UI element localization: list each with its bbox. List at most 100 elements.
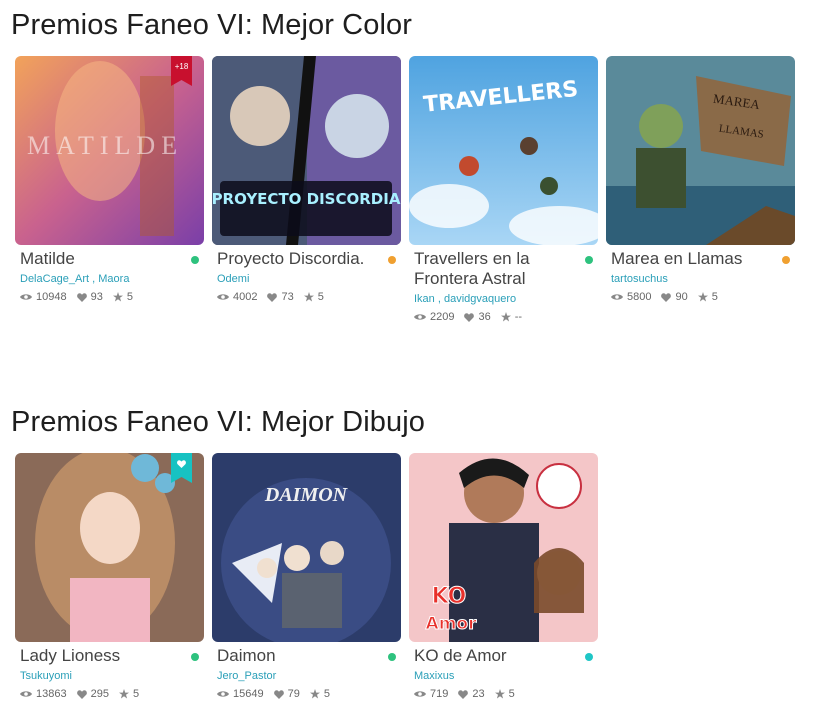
eye-icon [611, 294, 623, 300]
eye-icon [414, 691, 426, 697]
stats-row: 719 23 5 [409, 688, 598, 700]
rating-value: 5 [508, 688, 515, 700]
rating-value: 5 [132, 688, 140, 700]
author-list: Maxixus [409, 669, 598, 683]
eye-icon [217, 294, 229, 300]
status-dot [388, 653, 396, 661]
star-icon [303, 292, 314, 302]
comic-card-lady-lioness[interactable]: Lady Lioness Tsukuyomi 13863 295 5 [15, 453, 204, 700]
status-dot [191, 653, 199, 661]
heart-icon [458, 689, 469, 699]
eye-icon [20, 294, 32, 300]
comic-title[interactable]: Proyecto Discordia. [217, 249, 382, 269]
author-list: Odemi [212, 272, 401, 286]
section-title-mejor-dibujo: Premios Faneo VI: Mejor Dibujo [11, 406, 425, 438]
star-icon [494, 689, 505, 699]
like-count: 90 [675, 291, 688, 303]
view-count: 719 [430, 688, 449, 700]
comic-grid-mejor-color: MATILDE +18 Matilde DelaCage_Art , Maora… [15, 56, 795, 323]
author-link[interactable]: davidgvaquero [444, 293, 516, 305]
author-link[interactable]: Tsukuyomi [20, 670, 72, 682]
rating-value: 5 [126, 291, 133, 303]
like-count: 93 [90, 291, 103, 303]
comic-cover[interactable]: MAREA LLAMAS [606, 56, 795, 245]
eye-icon [217, 691, 229, 697]
stats-row: 4002 73 5 [212, 291, 401, 303]
status-dot [782, 256, 790, 264]
comic-card-matilde[interactable]: MATILDE +18 Matilde DelaCage_Art , Maora… [15, 56, 204, 323]
like-count: 23 [472, 688, 485, 700]
rating-value: 5 [711, 291, 718, 303]
comic-title[interactable]: Marea en Llamas [611, 249, 776, 269]
rating-value: -- [514, 311, 523, 323]
comic-cover[interactable]: TRAVELLERS [409, 56, 598, 245]
comic-title[interactable]: KO de Amor [414, 646, 579, 666]
like-count: 36 [478, 311, 491, 323]
author-link[interactable]: Jero_Pastor [217, 670, 276, 682]
author-list: DelaCage_Art , Maora [20, 273, 130, 285]
comic-grid-mejor-dibujo: Lady Lioness Tsukuyomi 13863 295 5 DAIMO… [15, 453, 598, 700]
favorite-badge [171, 453, 192, 483]
comic-card-marea-en-llamas[interactable]: MAREA LLAMAS Marea en Llamas tartosuchus… [606, 56, 795, 323]
stats-row: 5800 90 5 [606, 291, 795, 303]
view-count: 5800 [627, 291, 652, 303]
author-list: tartosuchus [606, 272, 795, 286]
comic-cover[interactable]: PROYECTO DISCORDIA [212, 56, 401, 245]
author-link[interactable]: Maxixus [414, 670, 454, 682]
stats-row: 13863 295 5 [15, 688, 204, 700]
section-title-mejor-color: Premios Faneo VI: Mejor Color [11, 9, 412, 41]
rating-value: 5 [323, 688, 330, 700]
star-icon [118, 689, 129, 699]
svg-text:PROYECTO DISCORDIA: PROYECTO DISCORDIA [212, 190, 401, 208]
comic-cover[interactable]: KO Amor [409, 453, 598, 642]
author-list: Ikan , davidgvaquero [414, 293, 517, 305]
author-link[interactable]: DelaCage_Art [20, 273, 89, 285]
view-count: 4002 [233, 291, 258, 303]
author-link[interactable]: Ikan [414, 293, 435, 305]
author-list: Tsukuyomi [15, 669, 204, 683]
comic-card-daimon[interactable]: DAIMON Daimon Jero_Pastor 15649 79 5 [212, 453, 401, 700]
heart-icon [464, 312, 475, 322]
like-count: 295 [90, 688, 109, 700]
heart-icon [273, 689, 284, 699]
view-count: 10948 [36, 291, 67, 303]
status-dot [388, 256, 396, 264]
eye-icon [414, 314, 426, 320]
rating-value: 5 [317, 291, 324, 303]
star-icon [500, 312, 511, 322]
comic-title[interactable]: Matilde [20, 249, 185, 269]
comic-card-proyecto-discordia[interactable]: PROYECTO DISCORDIA Proyecto Discordia. O… [212, 56, 401, 323]
comic-title[interactable]: Daimon [217, 646, 382, 666]
view-count: 13863 [36, 688, 67, 700]
comic-card-travellers[interactable]: TRAVELLERS Travellers en la Frontera Ast… [409, 56, 598, 323]
author-list: Jero_Pastor [212, 669, 401, 683]
heart-icon [76, 292, 87, 302]
view-count: 2209 [430, 311, 455, 323]
star-icon [112, 292, 123, 302]
star-icon [309, 689, 320, 699]
comic-title[interactable]: Lady Lioness [20, 646, 185, 666]
comic-cover[interactable]: DAIMON [212, 453, 401, 642]
comic-title[interactable]: Travellers en la Frontera Astral [414, 249, 579, 289]
author-link[interactable]: Maora [98, 273, 129, 285]
heart-icon [76, 689, 87, 699]
comic-card-ko-de-amor[interactable]: KO Amor KO de Amor Maxixus 719 23 5 [409, 453, 598, 700]
svg-text:Amor: Amor [426, 614, 478, 634]
view-count: 15649 [233, 688, 264, 700]
stats-row: 15649 79 5 [212, 688, 401, 700]
like-count: 79 [287, 688, 300, 700]
heart-icon [661, 292, 672, 302]
svg-text:DAIMON: DAIMON [264, 484, 349, 506]
stats-row: 2209 36 -- [409, 311, 598, 323]
status-dot [585, 256, 593, 264]
eye-icon [20, 691, 32, 697]
stats-row: 10948 93 5 [15, 291, 204, 303]
author-link[interactable]: tartosuchus [611, 273, 668, 285]
star-icon [697, 292, 708, 302]
adult-content-badge: +18 [171, 56, 192, 86]
status-dot [585, 653, 593, 661]
author-link[interactable]: Odemi [217, 273, 249, 285]
status-dot [191, 256, 199, 264]
like-count: 73 [281, 291, 294, 303]
svg-text:MATILDE: MATILDE [27, 131, 183, 160]
